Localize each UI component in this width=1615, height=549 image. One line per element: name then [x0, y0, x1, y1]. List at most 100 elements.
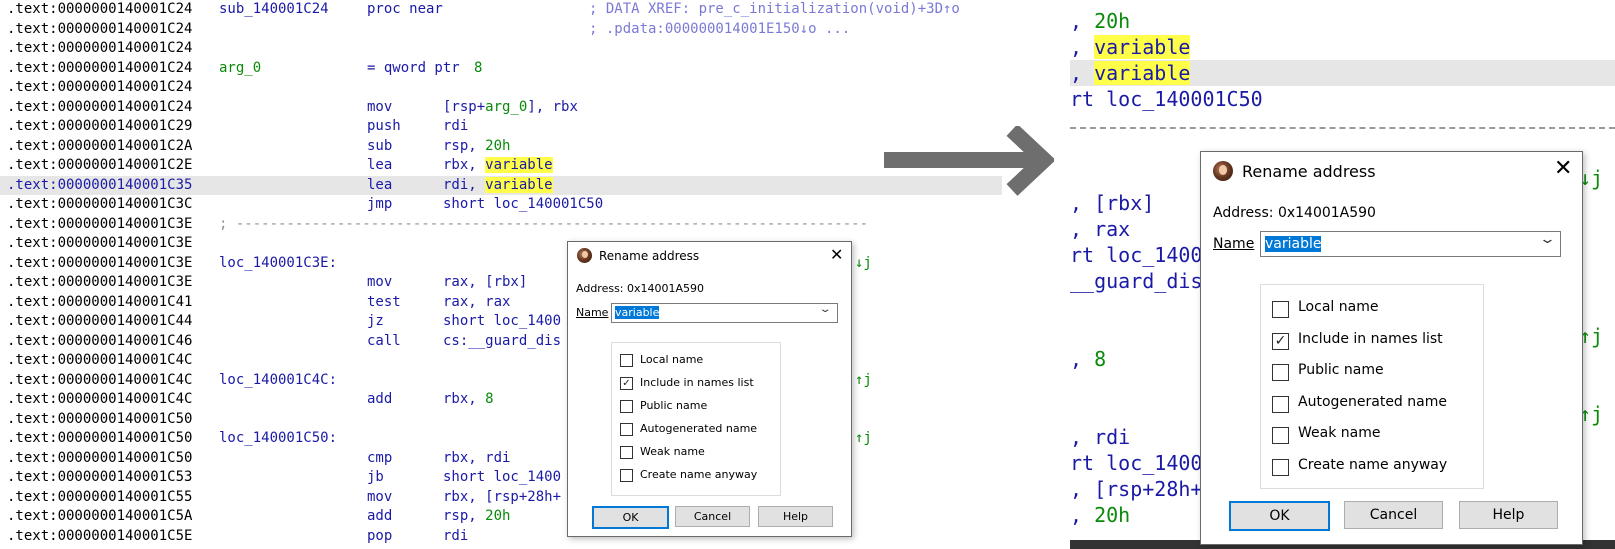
checkbox-label[interactable]: Weak name [1298, 425, 1380, 441]
listing-row[interactable]: .text:0000000140001C24 sub_140001C24 proc … [0, 0, 1002, 20]
mnemonic: lea [367, 176, 393, 193]
ok-button[interactable]: OK [1229, 501, 1330, 531]
checkbox-label[interactable]: Include in names list [640, 376, 754, 389]
listing-row[interactable]: .text:0000000140001C24 [0, 39, 1002, 59]
listing-row[interactable]: .text:0000000140001C29 push rdi [0, 117, 1002, 137]
chevron-down-icon[interactable]: ⌄ [818, 304, 831, 315]
listing-row-selected[interactable]: .text:0000000140001C35 lea rdi, variable [0, 175, 1002, 196]
xref-marker[interactable]: ↓j [855, 254, 872, 274]
xref-marker[interactable]: ↑j [855, 429, 872, 449]
help-button[interactable]: Help [1459, 501, 1558, 529]
zoom-text: rt loc_140001C50 [1070, 87, 1263, 111]
mnemonic: mov [367, 488, 393, 505]
checkbox-label[interactable]: Create name anyway [1298, 457, 1447, 473]
zoom-text: , [rbx] [1070, 191, 1155, 215]
checkbox-include-in-names-list[interactable] [620, 377, 633, 390]
operand: rbx, [rsp+28h+ [443, 488, 561, 508]
name-combobox[interactable]: variable [1260, 231, 1561, 257]
checkbox-label[interactable]: Weak name [640, 445, 705, 458]
address-label: Address: [576, 282, 624, 295]
operand: 8 [474, 59, 482, 79]
checkbox-autogenerated-name[interactable] [620, 423, 633, 436]
name-combobox[interactable]: variable [611, 303, 838, 323]
listing-row[interactable]: .text:0000000140001C24 arg_0 = qword ptr 8 [0, 59, 1002, 79]
checkbox-label[interactable]: Create name anyway [640, 468, 757, 481]
zoom-row: , 20h [1070, 8, 1615, 34]
dialog-titlebar[interactable]: Rename address ✕ [568, 242, 851, 270]
operand: rax, rax [443, 293, 510, 313]
listing-row[interactable]: .text:0000000140001C3C jmp short loc_14000… [0, 195, 1002, 215]
checkbox-label[interactable]: Include in names list [1298, 331, 1443, 347]
zoom-row [1070, 112, 1615, 138]
name-input-value[interactable]: variable [615, 306, 660, 319]
name-label: Name [576, 306, 608, 319]
zoom-text: , rdi [1070, 425, 1131, 449]
checkbox-label[interactable]: Public name [1298, 362, 1384, 378]
dialog-titlebar[interactable]: Rename address ✕ [1201, 152, 1582, 188]
cancel-button[interactable]: Cancel [1344, 501, 1443, 529]
checkbox-autogenerated-name[interactable] [1272, 395, 1289, 413]
code-label[interactable]: loc_140001C50: [219, 429, 337, 449]
xref-comment[interactable]: ; .pdata:000000014001E150↓o ... [589, 20, 850, 40]
listing-row[interactable]: .text:0000000140001C3E ; ----------------… [0, 215, 1002, 235]
zoom-text: , [1070, 35, 1095, 59]
mnemonic: proc near [367, 1, 443, 17]
mnemonic: pop [367, 527, 393, 544]
checkbox-public-name[interactable] [1272, 364, 1289, 381]
listing-row[interactable]: .text:0000000140001C2A sub rsp, 20h [0, 137, 1002, 157]
checkbox-include-in-names-list[interactable] [1272, 332, 1289, 350]
code-label[interactable]: loc_140001C4C: [219, 371, 337, 391]
checkbox-label[interactable]: Public name [640, 399, 707, 412]
ida-app-icon [577, 248, 592, 263]
help-button[interactable]: Help [758, 506, 833, 527]
zoom-row: , variable [1070, 34, 1615, 60]
xref-marker[interactable]: ↑j [855, 371, 872, 391]
mnemonic: = qword ptr [367, 59, 460, 76]
operand: rdi, variable [443, 176, 553, 196]
code-label[interactable]: sub_140001C24 [219, 0, 329, 20]
operand-text: rsp, [443, 508, 486, 524]
operand: rbx, variable [443, 156, 553, 176]
checkbox-label[interactable]: Local name [640, 353, 703, 366]
checkbox-local-name[interactable] [1272, 301, 1289, 318]
zoom-variable-highlight: variable [1094, 61, 1191, 85]
code-label[interactable]: loc_140001C3E: [219, 254, 337, 274]
ok-button[interactable]: OK [592, 506, 669, 529]
address-text: .text:0000000140001C3C [7, 196, 193, 212]
checkbox-create-name-anyway[interactable] [620, 469, 633, 482]
operand: rbx, 8 [443, 390, 494, 410]
close-icon[interactable]: ✕ [1554, 156, 1572, 181]
listing-row[interactable]: .text:0000000140001C2E lea rbx, variable [0, 156, 1002, 176]
operand-text: rbx, rdi [443, 449, 511, 466]
checkbox-public-name[interactable] [620, 400, 633, 413]
operand-variable-highlight[interactable]: variable [485, 176, 553, 193]
chevron-down-icon[interactable]: ⌄ [1539, 232, 1556, 247]
listing-row[interactable]: .text:0000000140001C24 mov [rsp+arg_0], rb… [0, 98, 1002, 118]
code-label[interactable]: arg_0 [219, 59, 261, 79]
address-text: .text:0000000140001C24 [7, 20, 193, 37]
listing-row[interactable]: .text:0000000140001C24 ; .pdata:000000014… [0, 20, 1002, 40]
checkbox-label[interactable]: Local name [1298, 299, 1378, 315]
address-text: .text:0000000140001C5E [7, 527, 193, 544]
address-text: .text:0000000140001C29 [7, 118, 193, 134]
address-text: .text:0000000140001C24 [7, 98, 193, 115]
checkbox-local-name[interactable] [620, 354, 633, 367]
checkbox-weak-name[interactable] [620, 446, 633, 459]
listing-row[interactable]: .text:0000000140001C24 [0, 78, 1002, 98]
address-text: .text:0000000140001C53 [7, 469, 193, 485]
checkbox-label[interactable]: Autogenerated name [640, 422, 757, 435]
mnemonic: add [367, 391, 393, 407]
name-input-value[interactable]: variable [1265, 236, 1322, 252]
operand-variable-highlight[interactable]: variable [485, 157, 553, 173]
operand: rsp, 20h [443, 507, 510, 527]
checkbox-label[interactable]: Autogenerated name [1298, 394, 1447, 410]
checkbox-weak-name[interactable] [1272, 427, 1289, 444]
cancel-button[interactable]: Cancel [675, 506, 750, 527]
operand-var[interactable]: arg_0 [485, 99, 527, 115]
rename-address-dialog: Rename address ✕ Address: 0x14001A590 Name v… [567, 241, 852, 537]
close-icon[interactable]: ✕ [830, 245, 843, 264]
xref-comment[interactable]: ; DATA XREF: pre_c_initialization(void)+… [589, 0, 960, 20]
address-text: .text:0000000140001C2A [7, 137, 193, 154]
checkbox-create-name-anyway[interactable] [1272, 458, 1289, 476]
operand-text: rax, [rbx] [443, 274, 528, 290]
